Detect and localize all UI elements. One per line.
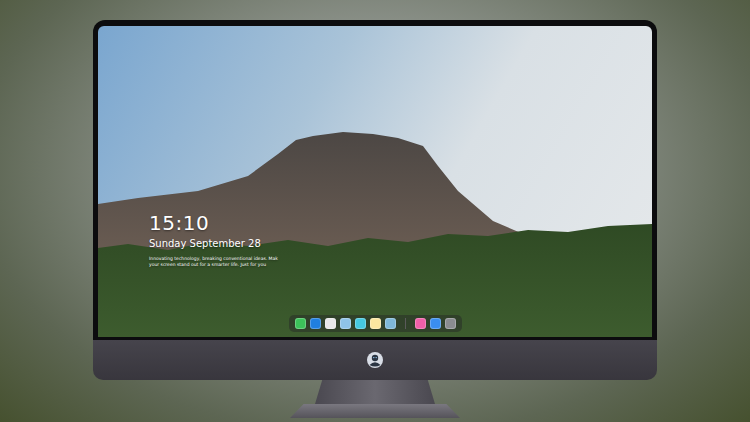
clock: 15:10 Sunday September 28 Innovating techn… — [149, 211, 652, 268]
monitor-chin — [93, 340, 657, 380]
app-icon[interactable] — [370, 318, 381, 329]
app-icon[interactable] — [295, 318, 306, 329]
app-icon[interactable] — [430, 318, 441, 329]
dock-separator — [405, 318, 406, 329]
monitor-stand-neck — [315, 380, 435, 404]
date: Sunday September 28 — [149, 237, 652, 251]
lock-screen-content: 15:10 Sunday September 28 Innovating techn… — [98, 26, 652, 337]
app-icon[interactable] — [445, 318, 456, 329]
caption-line: your screen stand out for a smarter life… — [149, 262, 652, 268]
caption: Innovating technology, breaking conventi… — [149, 256, 652, 268]
app-icon[interactable] — [415, 318, 426, 329]
lock-screen[interactable]: 15:10 Sunday September 28 Innovating techn… — [98, 26, 652, 337]
caption-line: Innovating technology, breaking conventi… — [149, 256, 652, 262]
app-icon[interactable] — [310, 318, 321, 329]
dock — [289, 315, 462, 332]
app-icon[interactable] — [325, 318, 336, 329]
app-icon[interactable] — [355, 318, 366, 329]
desktop-background: 15:10 Sunday September 28 Innovating techn… — [0, 0, 750, 422]
monitor-bezel: 15:10 Sunday September 28 Innovating techn… — [93, 20, 657, 340]
app-icon[interactable] — [385, 318, 396, 329]
wallpaper-photo — [98, 26, 652, 337]
time: 15:10 — [149, 211, 652, 235]
app-icon[interactable] — [340, 318, 351, 329]
brand-logo-icon — [366, 351, 384, 369]
monitor-stand-base — [290, 404, 460, 418]
